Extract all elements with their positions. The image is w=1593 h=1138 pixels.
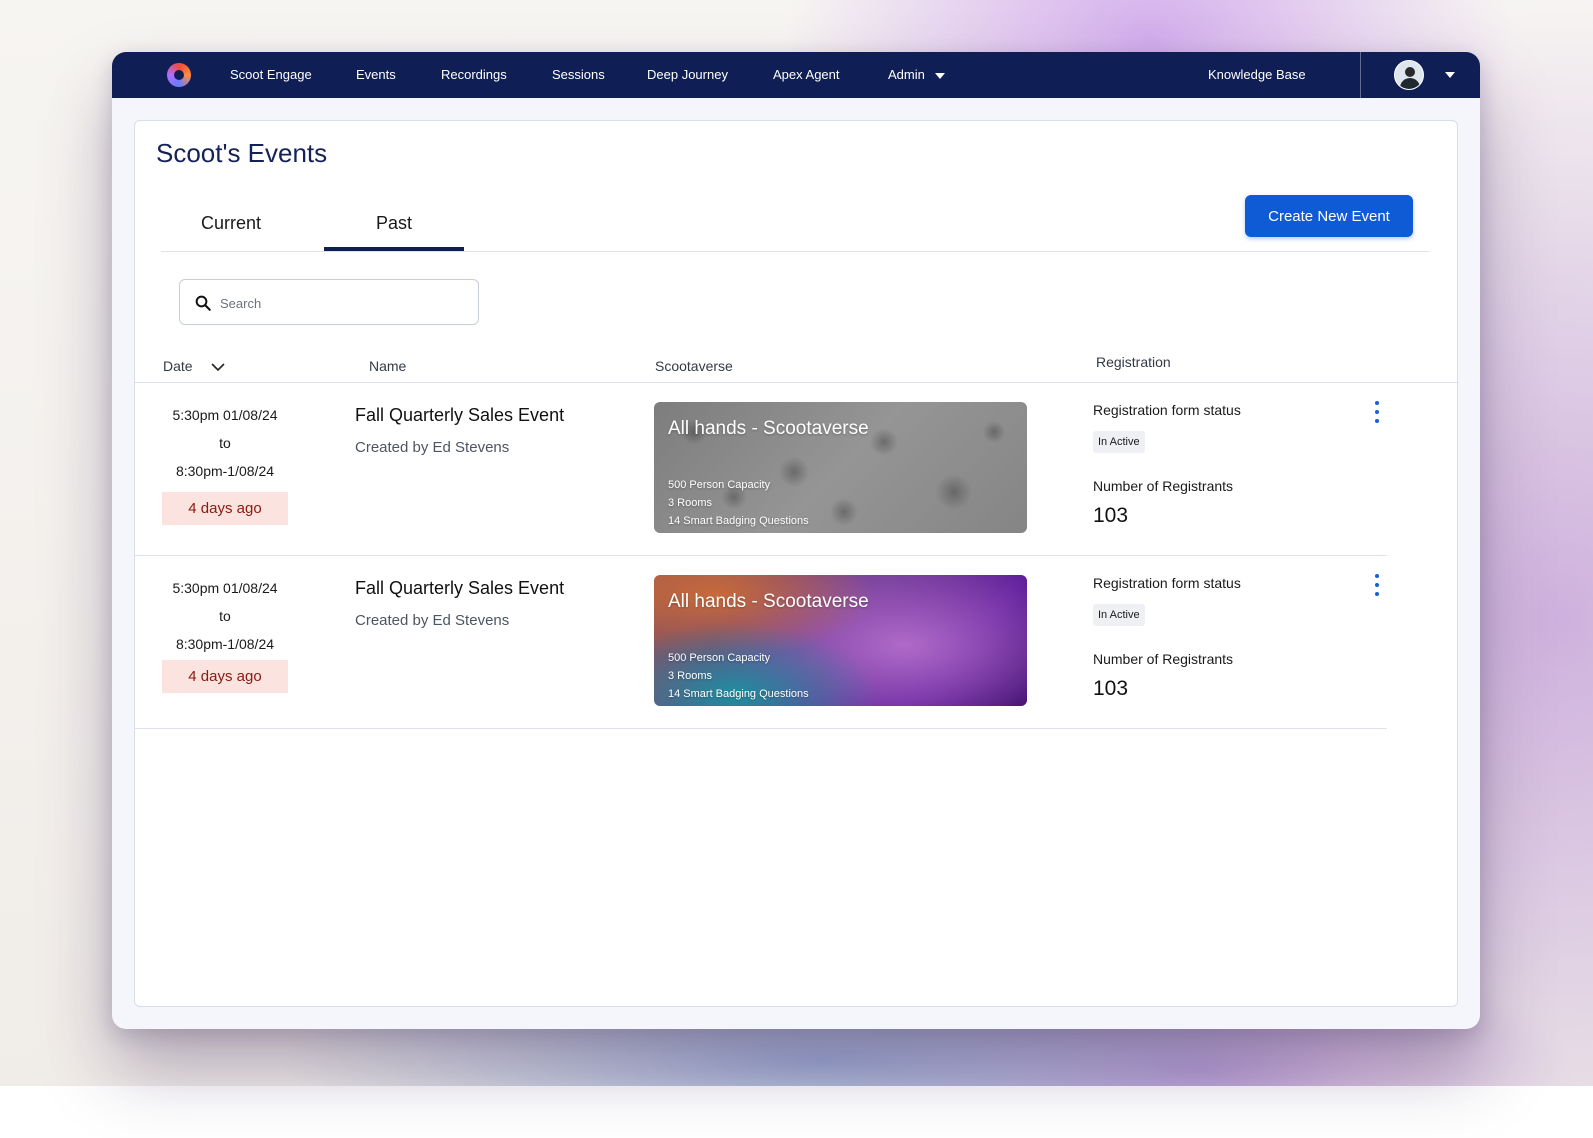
event-end-time: 8:30pm-1/08/24 [175, 636, 275, 652]
nav-item-scoot-engage[interactable]: Scoot Engage [230, 52, 312, 98]
avatar-head-shape [1405, 67, 1415, 77]
tab-past[interactable]: Past [324, 211, 464, 251]
registrants-label: Number of Registrants [1093, 478, 1234, 494]
event-date-range: 5:30pm 01/08/24 to 8:30pm-1/08/24 [155, 574, 295, 658]
event-start-time: 5:30pm 01/08/24 [172, 407, 278, 423]
user-avatar-icon[interactable] [1394, 60, 1424, 90]
scootaverse-capacity: 500 Person Capacity [668, 652, 771, 664]
registration-status-label: Registration form status [1093, 402, 1241, 418]
event-name-link[interactable]: Fall Quarterly Sales Event [355, 578, 564, 599]
event-date-range: 5:30pm 01/08/24 to 8:30pm-1/08/24 [155, 401, 295, 485]
tab-current[interactable]: Current [161, 211, 301, 251]
kebab-dot [1375, 583, 1379, 587]
time-ago-badge: 4 days ago [162, 492, 288, 525]
registrants-count: 103 [1093, 677, 1129, 700]
nav-item-admin-label: Admin [888, 67, 925, 82]
scootaverse-title: All hands - Scootaverse [668, 591, 869, 612]
kebab-dot [1375, 592, 1379, 596]
event-date-separator: to [219, 608, 231, 624]
kebab-dot [1375, 410, 1379, 414]
sort-chevron-down-icon[interactable] [211, 360, 225, 374]
time-ago-badge: 4 days ago [162, 660, 288, 693]
create-new-event-button[interactable]: Create New Event [1245, 195, 1413, 237]
row-more-options-icon[interactable] [1371, 399, 1383, 427]
table-row: 5:30pm 01/08/24 to 8:30pm-1/08/24 4 days… [135, 556, 1459, 728]
search-input[interactable] [220, 290, 460, 316]
column-header-date[interactable]: Date [163, 358, 193, 374]
nav-item-recordings[interactable]: Recordings [441, 52, 507, 98]
registration-status-badge: In Active [1093, 431, 1145, 453]
nav-item-knowledge-base[interactable]: Knowledge Base [1208, 52, 1306, 98]
caret-down-icon [934, 72, 945, 79]
nav-divider [1360, 52, 1361, 98]
tabs-divider [161, 251, 1429, 252]
kebab-dot [1375, 401, 1379, 405]
nav-item-sessions[interactable]: Sessions [552, 52, 605, 98]
scootaverse-card[interactable]: All hands - Scootaverse 500 Person Capac… [654, 402, 1027, 533]
column-header-name: Name [369, 358, 407, 374]
registrants-label: Number of Registrants [1093, 651, 1234, 667]
scoot-logo-icon[interactable] [167, 63, 191, 87]
event-creator: Created by Ed Stevens [355, 612, 510, 629]
nav-item-apex-agent[interactable]: Apex Agent [773, 52, 840, 98]
nav-item-events[interactable]: Events [356, 52, 396, 98]
row-divider [135, 728, 1387, 729]
scootaverse-card[interactable]: All hands - Scootaverse 500 Person Capac… [654, 575, 1027, 706]
kebab-dot [1375, 419, 1379, 423]
avatar-caret-down-icon[interactable] [1445, 72, 1455, 78]
row-more-options-icon[interactable] [1371, 572, 1383, 600]
registration-status-label: Registration form status [1093, 575, 1241, 591]
event-end-time: 8:30pm-1/08/24 [175, 463, 275, 479]
top-navigation-bar: Scoot Engage Events Recordings Sessions … [112, 52, 1480, 98]
nav-item-admin-dropdown[interactable]: Admin [888, 52, 945, 98]
search-icon [195, 295, 211, 311]
page-title: Scoot's Events [156, 138, 328, 168]
event-creator: Created by Ed Stevens [355, 439, 510, 456]
app-window: Scoot Engage Events Recordings Sessions … [112, 52, 1480, 1029]
nav-item-deep-journey[interactable]: Deep Journey [647, 52, 728, 98]
search-box[interactable] [179, 279, 479, 325]
page-bottom-band [0, 1086, 1593, 1138]
scootaverse-rooms: 3 Rooms [668, 497, 713, 509]
event-name-link[interactable]: Fall Quarterly Sales Event [355, 405, 564, 426]
scootaverse-questions: 14 Smart Badging Questions [668, 688, 809, 700]
scootaverse-title: All hands - Scootaverse [668, 418, 869, 439]
column-header-scootaverse: Scootaverse [655, 358, 733, 374]
event-date-separator: to [219, 435, 231, 451]
table-row: 5:30pm 01/08/24 to 8:30pm-1/08/24 4 days… [135, 383, 1459, 555]
scootaverse-capacity: 500 Person Capacity [668, 479, 771, 491]
scootaverse-rooms: 3 Rooms [668, 670, 713, 682]
scootaverse-questions: 14 Smart Badging Questions [668, 515, 809, 527]
registration-status-badge: In Active [1093, 604, 1145, 626]
kebab-dot [1375, 574, 1379, 578]
events-card: Scoot's Events Current Past Create New E… [134, 120, 1459, 1007]
column-header-registration: Registration [1096, 354, 1171, 370]
registrants-count: 103 [1093, 504, 1129, 527]
avatar-body-shape [1400, 78, 1420, 89]
event-start-time: 5:30pm 01/08/24 [172, 580, 278, 596]
